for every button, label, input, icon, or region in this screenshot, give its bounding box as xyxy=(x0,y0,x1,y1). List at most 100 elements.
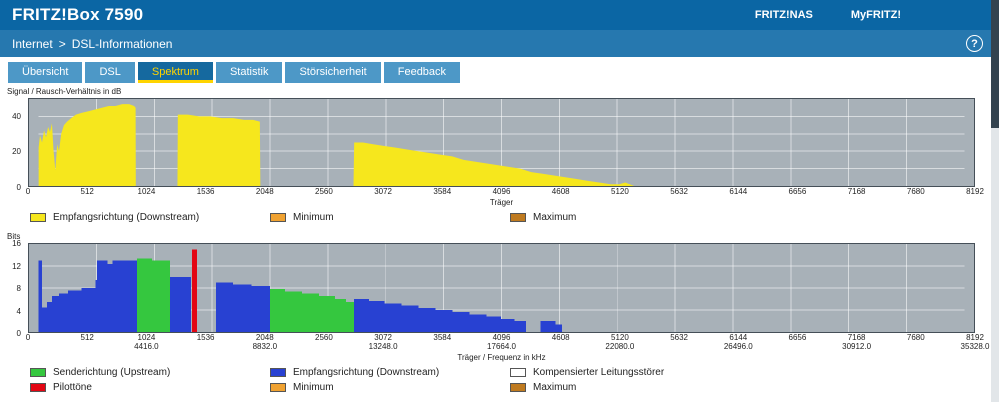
y-tick-label: 40 xyxy=(12,111,21,121)
x-tick-label: 3584 xyxy=(433,333,452,342)
snr-x-axis-labels: 0 512 1024 1536 2048 2560 3072 3584 4096 4608 5120… xyxy=(26,187,984,197)
y-tick-label: 20 xyxy=(12,147,21,157)
x-tick-label: 6656 xyxy=(788,187,807,196)
tab-ubersicht[interactable]: Übersicht xyxy=(8,62,83,83)
x-tick-label: 4096 xyxy=(492,187,511,196)
snr-chart-title: Signal / Rausch-Verhältnis in dB xyxy=(7,87,122,96)
snr-x-axis-title: Träger xyxy=(489,198,514,207)
tab-statistik[interactable]: Statistik xyxy=(215,62,283,83)
x-tick-label: 6656 xyxy=(788,333,807,342)
tab-storsicherheit[interactable]: Störsicherheit xyxy=(285,62,381,83)
legend-label: Maximum xyxy=(533,382,577,393)
x-tick-frequency-label: 30912.0 xyxy=(842,342,872,351)
scrollbar-thumb[interactable] xyxy=(991,0,999,128)
legend-item-kompensierter-leitungsstorer: Kompensierter Leitungsstörer xyxy=(510,367,750,378)
x-tick-frequency-label: 17664.0 xyxy=(487,342,516,351)
x-tick-label: 6144 xyxy=(729,187,748,196)
x-tick-frequency-label: 35328.0 xyxy=(960,342,990,351)
x-tick-label: 8192 xyxy=(966,333,984,342)
tab-dsl[interactable]: DSL xyxy=(85,62,135,83)
x-tick-label: 7680 xyxy=(906,333,925,342)
legend-label: Kompensierter Leitungsstörer xyxy=(533,367,665,378)
x-tick-label: 2560 xyxy=(314,333,333,342)
legend-swatch xyxy=(30,368,46,377)
bits-chart: Bits 0 4 8 12 16 0 512 1024 4416.0 1536 2048 8832.… xyxy=(0,232,999,393)
legend-label: Empfangsrichtung (Downstream) xyxy=(53,212,200,223)
breadcrumb-item-internet[interactable]: Internet xyxy=(12,37,53,51)
legend-swatch xyxy=(510,383,526,392)
x-tick-label: 1024 xyxy=(137,187,156,196)
legend-swatch xyxy=(30,213,46,222)
x-tick-frequency-label: 22080.0 xyxy=(605,342,635,351)
x-tick-label: 5632 xyxy=(670,187,688,196)
y-tick-label: 0 xyxy=(16,183,21,192)
legend-swatch xyxy=(270,368,286,377)
x-tick-frequency-label: 4416.0 xyxy=(134,342,159,351)
x-tick-label: 3072 xyxy=(374,333,392,342)
x-tick-label: 4096 xyxy=(492,333,511,342)
snr-chart-legend: Empfangsrichtung (Downstream) Minimum Maxi… xyxy=(30,212,999,223)
legend-item-maximum: Maximum xyxy=(510,382,750,393)
header-link-fritz-nas[interactable]: FRITZ!NAS xyxy=(755,9,813,21)
x-tick-label: 512 xyxy=(80,333,94,342)
legend-swatch xyxy=(270,213,286,222)
tab-bar: Übersicht DSL Spektrum Statistik Störsicherh… xyxy=(0,57,999,83)
x-tick-label: 2560 xyxy=(314,187,333,196)
legend-row: Empfangsrichtung (Downstream) Minimum Maxi… xyxy=(30,212,999,223)
breadcrumb-separator: > xyxy=(58,36,66,51)
legend-swatch xyxy=(270,383,286,392)
bits-x-axis-labels: 0 512 1024 4416.0 1536 2048 8832.0 2560 3072 1324… xyxy=(25,333,990,352)
legend-label: Senderichtung (Upstream) xyxy=(53,367,171,378)
bits-x-axis-title: Träger / Frequenz in kHz xyxy=(457,353,546,362)
x-tick-label: 5120 xyxy=(610,187,629,196)
legend-label: Minimum xyxy=(293,212,334,223)
x-tick-label: 5120 xyxy=(610,333,629,342)
y-tick-label: 12 xyxy=(12,261,21,271)
x-tick-label: 7168 xyxy=(847,187,866,196)
legend-label: Empfangsrichtung (Downstream) xyxy=(293,367,440,378)
x-tick-label: 3584 xyxy=(433,187,452,196)
legend-item-minimum: Minimum xyxy=(270,212,510,223)
legend-item-minimum: Minimum xyxy=(270,382,510,393)
x-tick-label: 1536 xyxy=(196,187,215,196)
snr-chart-plot xyxy=(28,98,975,187)
bits-chart-title: Bits xyxy=(7,232,21,241)
x-tick-label: 6144 xyxy=(729,333,748,342)
legend-label: Pilottöne xyxy=(53,382,92,393)
x-tick-label: 4608 xyxy=(551,187,570,196)
x-tick-label: 8192 xyxy=(966,187,984,196)
legend-item-pilottone: Pilottöne xyxy=(30,382,270,393)
legend-row: Senderichtung (Upstream) Empfangsrichtung… xyxy=(30,367,999,378)
tab-spektrum[interactable]: Spektrum xyxy=(137,62,213,83)
x-tick-label: 7680 xyxy=(906,187,925,196)
legend-item-maximum: Maximum xyxy=(510,212,750,223)
snr-chart: Signal / Rausch-Verhältnis in dB 0 20 40 0… xyxy=(0,87,999,223)
legend-swatch xyxy=(510,213,526,222)
snr-y-axis-labels: 0 20 40 xyxy=(0,98,25,192)
x-tick-label: 1024 xyxy=(137,333,156,342)
x-tick-label: 4608 xyxy=(551,333,570,342)
x-tick-label: 3072 xyxy=(374,187,392,196)
legend-item-empfangsrichtung-downstream: Empfangsrichtung (Downstream) xyxy=(270,367,510,378)
legend-swatch xyxy=(30,383,46,392)
x-tick-label: 0 xyxy=(25,333,31,342)
y-tick-label: 8 xyxy=(16,284,21,293)
legend-label: Minimum xyxy=(293,382,334,393)
x-tick-label: 1536 xyxy=(196,333,215,342)
x-tick-label: 2048 xyxy=(255,333,274,342)
y-tick-label: 0 xyxy=(16,329,21,338)
legend-swatch xyxy=(510,368,526,377)
app-title: FRITZ!Box 7590 xyxy=(12,5,144,24)
scrollbar[interactable] xyxy=(991,0,999,402)
help-icon[interactable]: ? xyxy=(966,35,983,52)
breadcrumb: Internet > DSL-Informationen? xyxy=(0,30,999,57)
bits-y-axis-labels: 0 4 8 12 16 xyxy=(0,239,25,338)
header-link-myfritz[interactable]: MyFRITZ! xyxy=(851,9,901,21)
x-tick-label: 5632 xyxy=(670,333,688,342)
x-tick-label: 2048 xyxy=(255,187,274,196)
x-tick-frequency-label: 13248.0 xyxy=(368,342,398,351)
header-links: FRITZ!NAS MyFRITZ! xyxy=(755,9,901,21)
tab-feedback[interactable]: Feedback xyxy=(383,62,461,83)
x-tick-frequency-label: 8832.0 xyxy=(252,342,278,351)
x-tick-label: 512 xyxy=(80,187,94,196)
